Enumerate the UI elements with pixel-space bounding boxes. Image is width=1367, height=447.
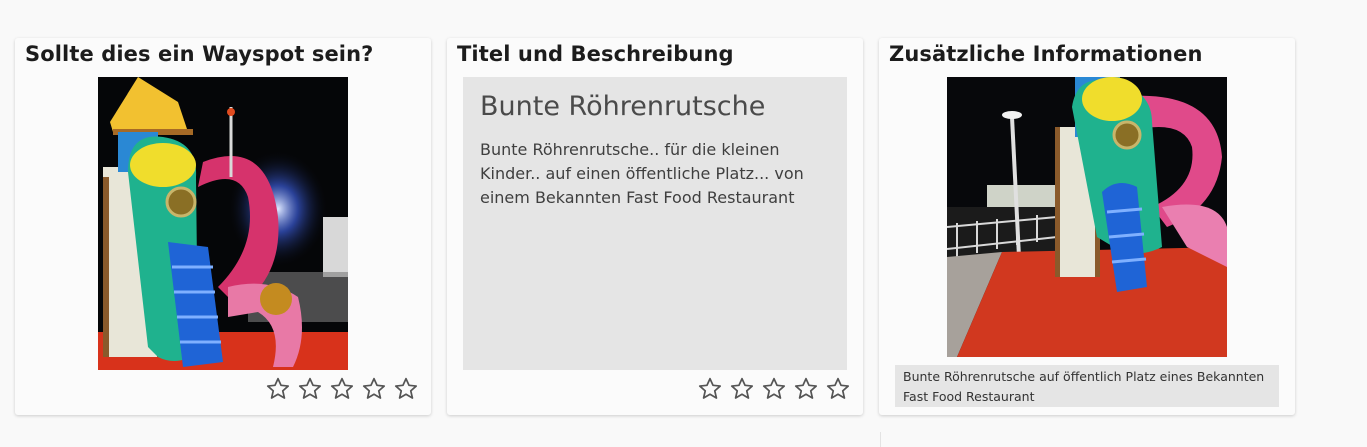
rating-stars: [265, 376, 419, 402]
star-outline-icon[interactable]: [329, 376, 355, 402]
additional-info-card: Zusätzliche Informationen Bunte Röhrenru…: [879, 38, 1295, 415]
star-outline-icon[interactable]: [761, 376, 787, 402]
wayspot-description: Bunte Röhrenrutsche.. für die kleinen Ki…: [480, 140, 804, 207]
card-title: Titel und Beschreibung: [457, 42, 734, 66]
supporting-photo[interactable]: [947, 77, 1227, 357]
star-outline-icon[interactable]: [361, 376, 387, 402]
star-outline-icon[interactable]: [825, 376, 851, 402]
review-page: Sollte dies ein Wayspot sein? Titel und …: [0, 0, 1367, 447]
star-outline-icon[interactable]: [265, 376, 291, 402]
main-photo[interactable]: [98, 77, 348, 370]
card-title: Sollte dies ein Wayspot sein?: [25, 42, 374, 66]
wayspot-question-card: Sollte dies ein Wayspot sein?: [15, 38, 431, 415]
star-outline-icon[interactable]: [793, 376, 819, 402]
wayspot-title: Bunte Röhrenrutsche: [480, 91, 766, 122]
card-title: Zusätzliche Informationen: [889, 42, 1203, 66]
star-outline-icon[interactable]: [393, 376, 419, 402]
description-panel: Bunte Röhrenrutsche Bunte Röhrenrutsche.…: [463, 77, 847, 370]
star-outline-icon[interactable]: [697, 376, 723, 402]
star-outline-icon[interactable]: [729, 376, 755, 402]
title-description-card: Titel und Beschreibung Bunte Röhrenrutsc…: [447, 38, 863, 415]
supporting-text: Bunte Röhrenrutsche auf öffentlich Platz…: [895, 365, 1279, 407]
rating-stars: [697, 376, 851, 402]
star-outline-icon[interactable]: [297, 376, 323, 402]
divider: [880, 432, 881, 447]
